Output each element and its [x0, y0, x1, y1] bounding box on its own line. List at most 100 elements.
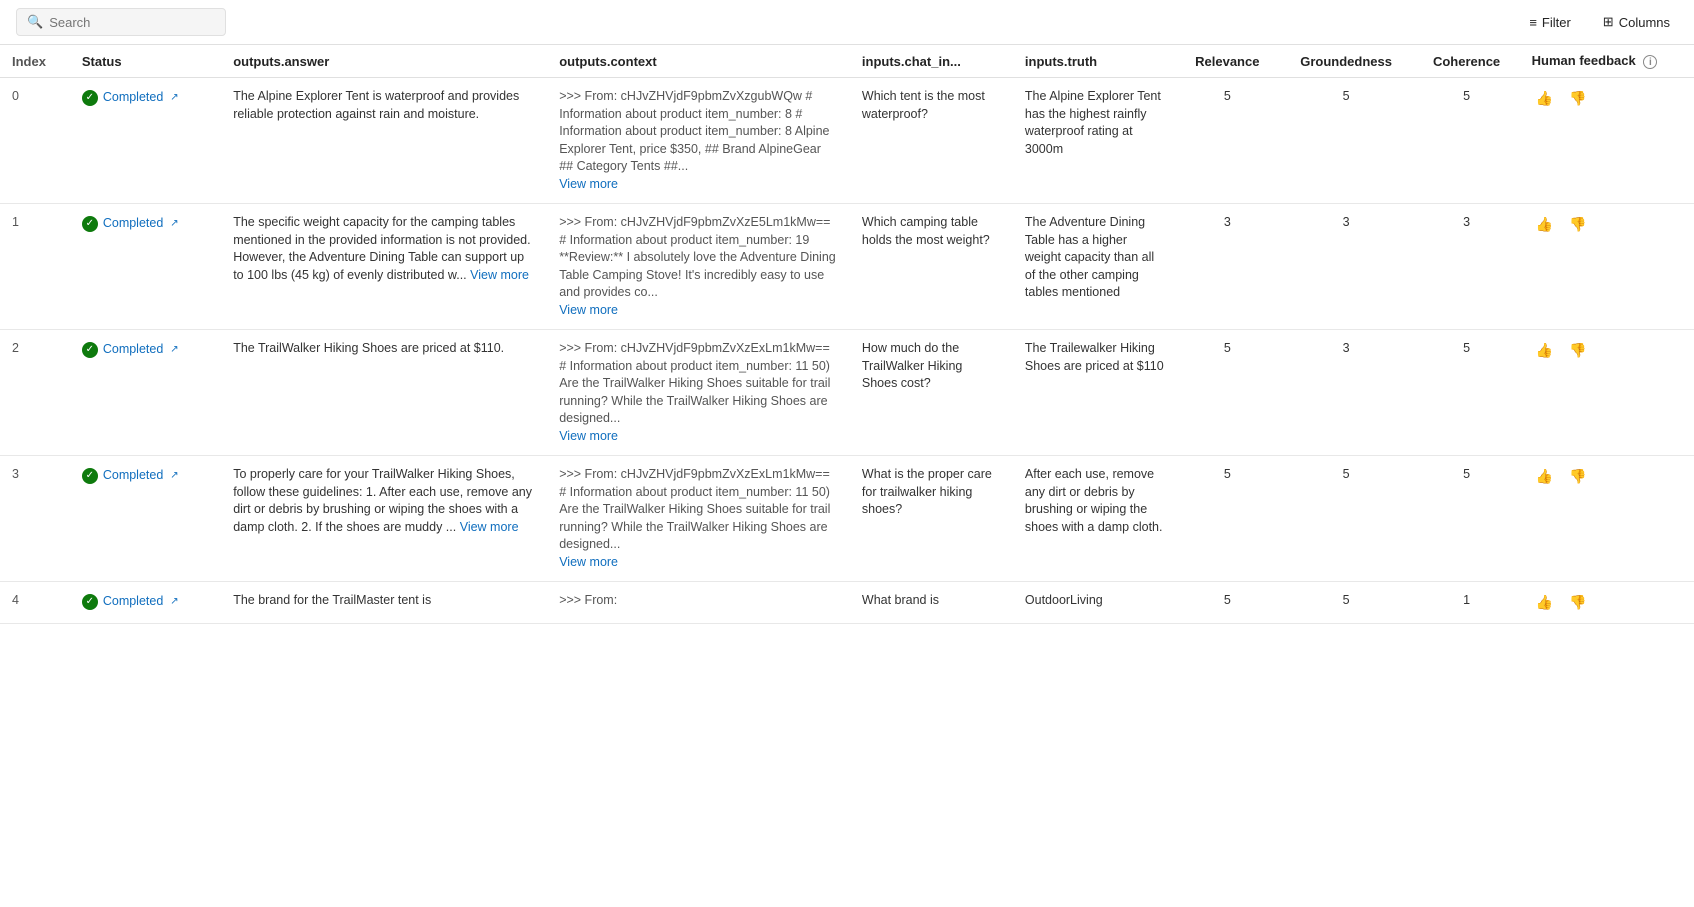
feedback-buttons: 👍 👎 [1532, 88, 1682, 109]
cell-index: 4 [0, 582, 70, 624]
check-icon: ✓ [82, 342, 98, 358]
feedback-info-icon: i [1643, 55, 1657, 69]
cell-relevance: 5 [1176, 456, 1279, 582]
cell-groundedness: 3 [1279, 330, 1414, 456]
context-view-more[interactable]: View more [559, 429, 618, 443]
col-header-answer: outputs.answer [221, 45, 547, 78]
cell-index: 0 [0, 78, 70, 204]
status-badge: ✓ Completed ↗ [82, 341, 179, 359]
status-link[interactable]: Completed [103, 215, 163, 233]
col-header-groundedness: Groundedness [1279, 45, 1414, 78]
top-bar: 🔍 ≡ Filter ⊞ Columns [0, 0, 1694, 45]
context-view-more[interactable]: View more [559, 303, 618, 317]
cell-index: 2 [0, 330, 70, 456]
status-link[interactable]: Completed [103, 593, 163, 611]
cell-groundedness: 5 [1279, 582, 1414, 624]
context-text: >>> From: cHJvZHVjdF9pbmZvXzExLm1kMw== #… [559, 467, 830, 551]
col-header-coherence: Coherence [1413, 45, 1519, 78]
external-link-icon[interactable]: ↗ [170, 469, 178, 483]
cell-chat-in: Which camping table holds the most weigh… [850, 204, 1013, 330]
answer-view-more[interactable]: View more [460, 520, 519, 534]
external-link-icon[interactable]: ↗ [170, 595, 178, 609]
cell-context: >>> From: cHJvZHVjdF9pbmZvXzgubWQw # Inf… [547, 78, 850, 204]
cell-status: ✓ Completed ↗ [70, 456, 221, 582]
cell-truth: OutdoorLiving [1013, 582, 1176, 624]
check-icon: ✓ [82, 216, 98, 232]
cell-answer: The specific weight capacity for the cam… [221, 204, 547, 330]
results-table: Index Status outputs.answer outputs.cont… [0, 45, 1694, 624]
filter-button[interactable]: ≡ Filter [1521, 11, 1578, 34]
external-link-icon[interactable]: ↗ [170, 343, 178, 357]
cell-chat-in: Which tent is the most waterproof? [850, 78, 1013, 204]
col-header-chat-in: inputs.chat_in... [850, 45, 1013, 78]
cell-groundedness: 5 [1279, 78, 1414, 204]
thumbs-up-button[interactable]: 👍 [1532, 592, 1557, 613]
thumbs-down-button[interactable]: 👎 [1565, 214, 1590, 235]
check-icon: ✓ [82, 594, 98, 610]
thumbs-down-button[interactable]: 👎 [1565, 466, 1590, 487]
col-header-relevance: Relevance [1176, 45, 1279, 78]
table-row: 0 ✓ Completed ↗ The Alpine Explorer Tent… [0, 78, 1694, 204]
col-header-truth: inputs.truth [1013, 45, 1176, 78]
cell-answer: The Alpine Explorer Tent is waterproof a… [221, 78, 547, 204]
status-link[interactable]: Completed [103, 89, 163, 107]
cell-groundedness: 5 [1279, 456, 1414, 582]
cell-truth: The Trailewalker Hiking Shoes are priced… [1013, 330, 1176, 456]
cell-index: 1 [0, 204, 70, 330]
thumbs-down-button[interactable]: 👎 [1565, 340, 1590, 361]
context-view-more[interactable]: View more [559, 177, 618, 191]
status-badge: ✓ Completed ↗ [82, 89, 179, 107]
thumbs-up-button[interactable]: 👍 [1532, 340, 1557, 361]
cell-relevance: 3 [1176, 204, 1279, 330]
cell-coherence: 5 [1413, 78, 1519, 204]
cell-coherence: 1 [1413, 582, 1519, 624]
status-link[interactable]: Completed [103, 341, 163, 359]
filter-label: Filter [1542, 15, 1571, 30]
cell-relevance: 5 [1176, 582, 1279, 624]
context-text: >>> From: [559, 593, 617, 607]
table-row: 2 ✓ Completed ↗ The TrailWalker Hiking S… [0, 330, 1694, 456]
search-input[interactable] [49, 15, 215, 30]
cell-context: >>> From: cHJvZHVjdF9pbmZvXzExLm1kMw== #… [547, 456, 850, 582]
columns-button[interactable]: ⊞ Columns [1595, 10, 1678, 34]
status-badge: ✓ Completed ↗ [82, 467, 179, 485]
cell-answer: The TrailWalker Hiking Shoes are priced … [221, 330, 547, 456]
thumbs-up-button[interactable]: 👍 [1532, 88, 1557, 109]
cell-coherence: 5 [1413, 456, 1519, 582]
filter-icon: ≡ [1529, 15, 1537, 30]
status-link[interactable]: Completed [103, 467, 163, 485]
thumbs-up-button[interactable]: 👍 [1532, 214, 1557, 235]
feedback-buttons: 👍 👎 [1532, 214, 1682, 235]
cell-answer: To properly care for your TrailWalker Hi… [221, 456, 547, 582]
cell-status: ✓ Completed ↗ [70, 204, 221, 330]
cell-groundedness: 3 [1279, 204, 1414, 330]
context-view-more[interactable]: View more [559, 555, 618, 569]
table-header-row: Index Status outputs.answer outputs.cont… [0, 45, 1694, 78]
cell-feedback: 👍 👎 [1520, 78, 1694, 204]
columns-icon: ⊞ [1603, 14, 1614, 30]
cell-chat-in: What is the proper care for trailwalker … [850, 456, 1013, 582]
thumbs-down-button[interactable]: 👎 [1565, 88, 1590, 109]
external-link-icon[interactable]: ↗ [170, 217, 178, 231]
cell-feedback: 👍 👎 [1520, 204, 1694, 330]
table-row: 3 ✓ Completed ↗ To properly care for you… [0, 456, 1694, 582]
context-text: >>> From: cHJvZHVjdF9pbmZvXzExLm1kMw== #… [559, 341, 830, 425]
cell-truth: The Alpine Explorer Tent has the highest… [1013, 78, 1176, 204]
answer-view-more[interactable]: View more [470, 268, 529, 282]
cell-feedback: 👍 👎 [1520, 582, 1694, 624]
thumbs-down-button[interactable]: 👎 [1565, 592, 1590, 613]
external-link-icon[interactable]: ↗ [170, 91, 178, 105]
cell-status: ✓ Completed ↗ [70, 78, 221, 204]
cell-chat-in: How much do the TrailWalker Hiking Shoes… [850, 330, 1013, 456]
cell-truth: The Adventure Dining Table has a higher … [1013, 204, 1176, 330]
context-text: >>> From: cHJvZHVjdF9pbmZvXzgubWQw # Inf… [559, 89, 829, 173]
cell-context: >>> From: cHJvZHVjdF9pbmZvXzExLm1kMw== #… [547, 330, 850, 456]
thumbs-up-button[interactable]: 👍 [1532, 466, 1557, 487]
cell-coherence: 5 [1413, 330, 1519, 456]
check-icon: ✓ [82, 468, 98, 484]
search-box[interactable]: 🔍 [16, 8, 226, 36]
table-row: 4 ✓ Completed ↗ The brand for the TrailM… [0, 582, 1694, 624]
feedback-buttons: 👍 👎 [1532, 340, 1682, 361]
cell-feedback: 👍 👎 [1520, 456, 1694, 582]
cell-answer: The brand for the TrailMaster tent is [221, 582, 547, 624]
